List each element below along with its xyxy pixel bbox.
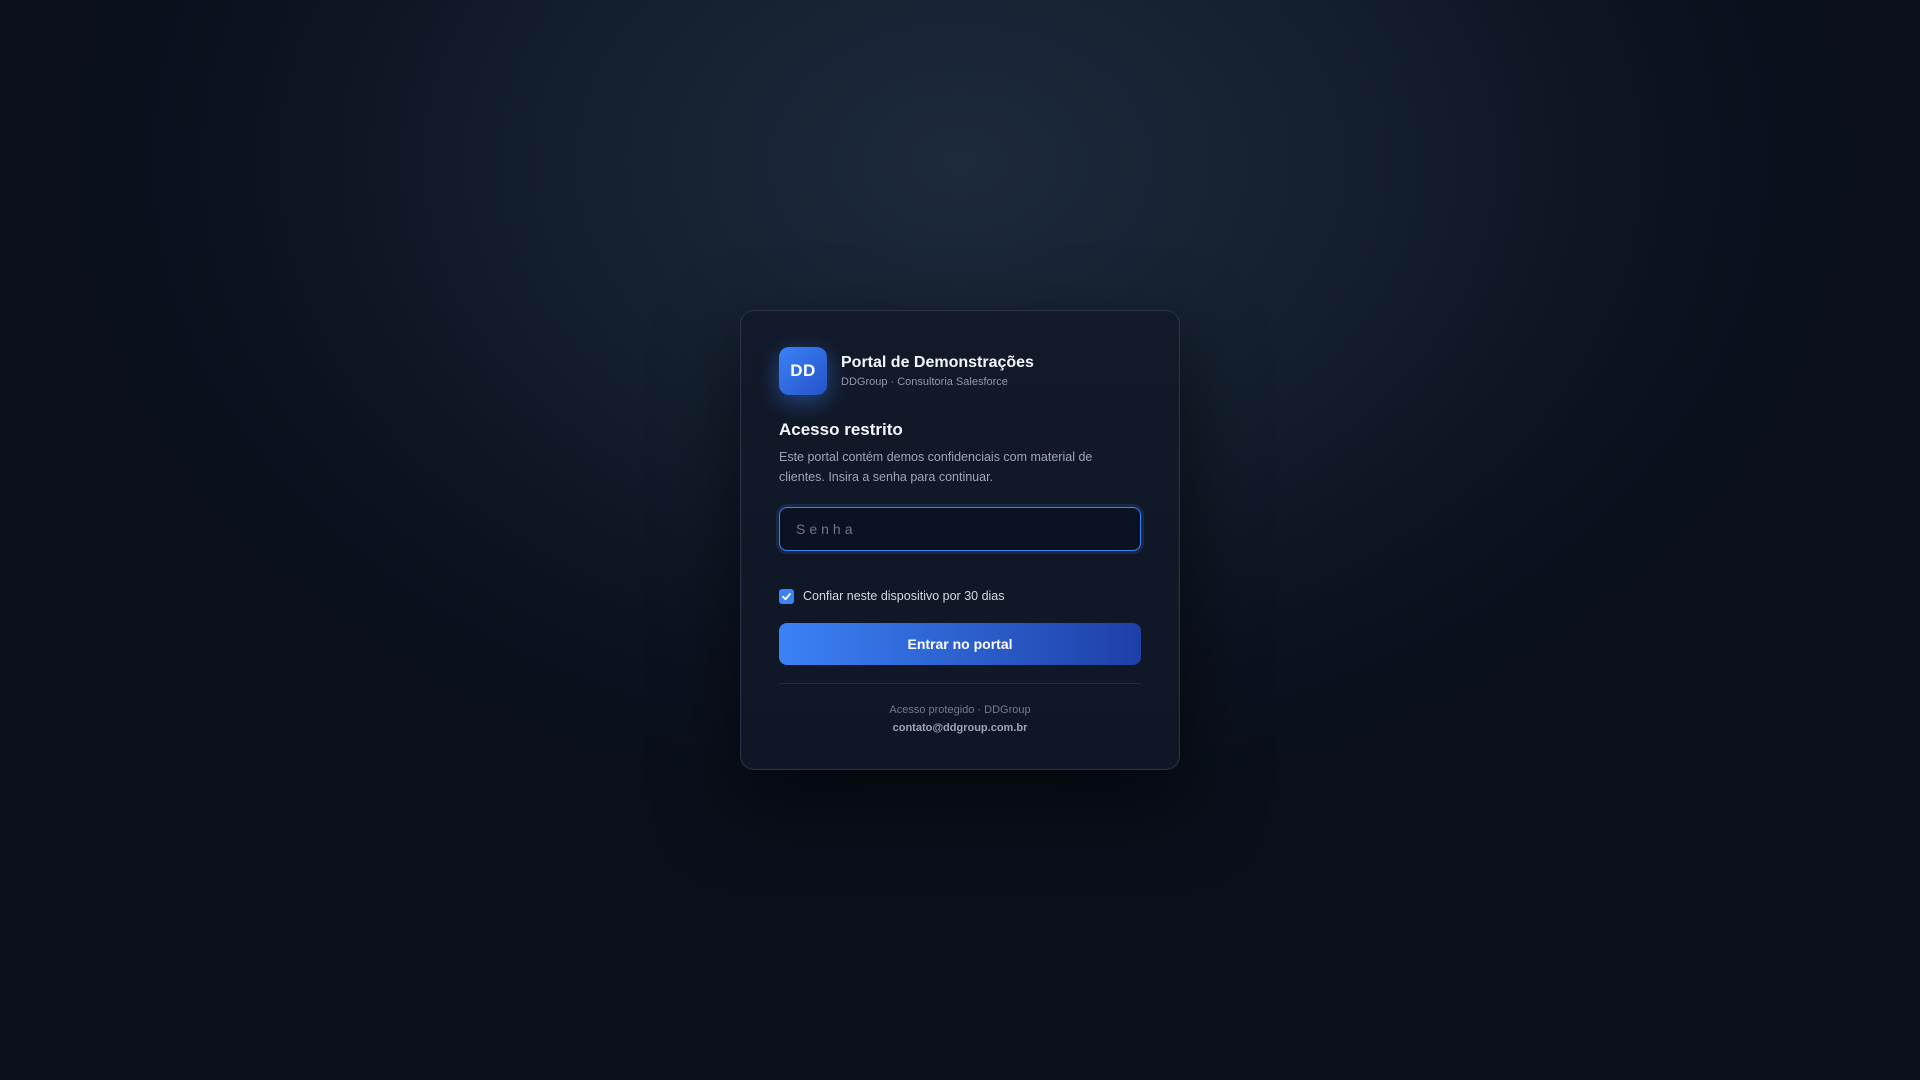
checkmark-icon: [782, 592, 791, 600]
login-card: DD Portal de Demonstrações DDGroup · Con…: [740, 310, 1180, 770]
footer-protected-text: Acesso protegido · DDGroup: [889, 704, 1031, 716]
access-heading: Acesso restrito: [779, 420, 903, 439]
brand-logo: DD: [779, 347, 827, 395]
password-input[interactable]: [779, 507, 1141, 551]
trust-device-label[interactable]: Confiar neste dispositivo por 30 dias: [803, 589, 1005, 603]
enter-portal-button[interactable]: Entrar no portal: [779, 623, 1141, 665]
trust-device-checkbox[interactable]: [779, 588, 794, 604]
access-description: Este portal contém demos confidenciais c…: [779, 450, 1093, 484]
brand-header: DD Portal de Demonstrações DDGroup · Con…: [779, 347, 1141, 395]
portal-title: Portal de Demonstrações: [841, 353, 1034, 371]
portal-subtitle: DDGroup · Consultoria Salesforce: [841, 375, 1008, 388]
contact-email-link[interactable]: contato@ddgroup.com.br: [893, 719, 1028, 737]
footer: Acesso protegido · DDGroup contato@ddgro…: [779, 702, 1141, 737]
divider: [779, 683, 1141, 684]
trust-device-row[interactable]: Confiar neste dispositivo por 30 dias: [779, 587, 1141, 605]
brand-text: Portal de Demonstrações DDGroup · Consul…: [841, 353, 1034, 390]
